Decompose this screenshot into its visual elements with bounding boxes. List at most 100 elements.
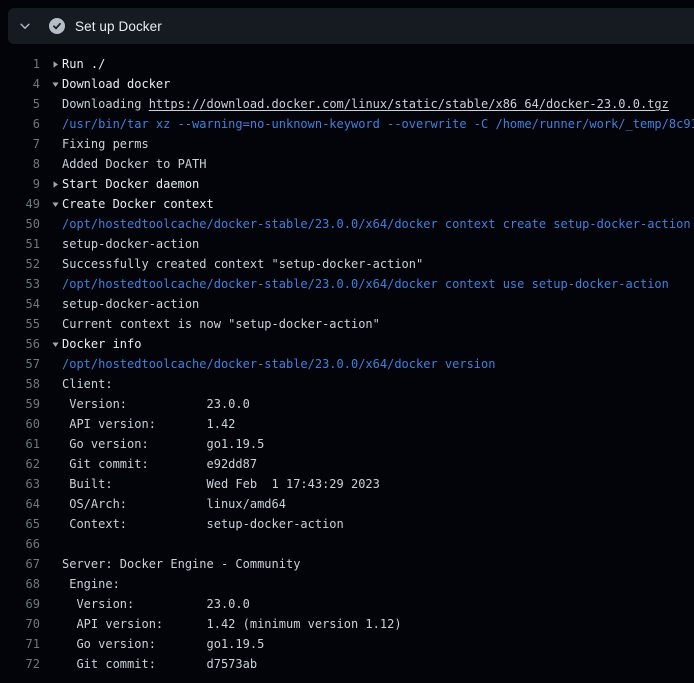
log-line: 67 Server: Docker Engine - Community: [0, 554, 694, 574]
line-number[interactable]: 9: [0, 174, 40, 194]
log-line: 66: [0, 534, 694, 554]
log-line: 52 Successfully created context "setup-do…: [0, 254, 694, 274]
step-header[interactable]: Set up Docker: [8, 8, 694, 44]
indent-spacer: [40, 534, 62, 554]
log-text: Added Docker to PATH: [62, 154, 207, 174]
indent-spacer: [40, 474, 62, 494]
log-text: Server: Docker Engine - Community: [62, 554, 300, 574]
line-number[interactable]: 49: [0, 194, 40, 214]
line-number[interactable]: 58: [0, 374, 40, 394]
indent-spacer: [40, 574, 62, 594]
log-text: Context: setup-docker-action: [62, 514, 344, 534]
line-number[interactable]: 72: [0, 654, 40, 674]
line-number[interactable]: 51: [0, 234, 40, 254]
log-text: Successfully created context "setup-dock…: [62, 254, 423, 274]
line-number[interactable]: 68: [0, 574, 40, 594]
line-number[interactable]: 54: [0, 294, 40, 314]
log-text: Git commit: d7573ab: [62, 654, 257, 674]
log-line[interactable]: 1 Run ./: [0, 54, 694, 74]
log-line: 60 API version: 1.42: [0, 414, 694, 434]
log-lines: 1 Run ./ 4 Download docker 5 Downloading http…: [0, 54, 694, 674]
log-text: /usr/bin/tar xz --warning=no-unknown-key…: [62, 114, 694, 134]
log-line[interactable]: 49 Create Docker context: [0, 194, 694, 214]
line-number[interactable]: 61: [0, 434, 40, 454]
line-number[interactable]: 67: [0, 554, 40, 574]
log-line[interactable]: 4 Download docker: [0, 74, 694, 94]
line-number[interactable]: 71: [0, 634, 40, 654]
log-text: setup-docker-action: [62, 294, 199, 314]
indent-spacer: [40, 254, 62, 274]
log-line: 65 Context: setup-docker-action: [0, 514, 694, 534]
line-number[interactable]: 4: [0, 74, 40, 94]
log-line: 64 OS/Arch: linux/amd64: [0, 494, 694, 514]
log-text-segment: Downloading: [62, 97, 149, 111]
log-line: 70 API version: 1.42 (minimum version 1.…: [0, 614, 694, 634]
line-number[interactable]: 53: [0, 274, 40, 294]
indent-spacer: [40, 554, 62, 574]
line-number[interactable]: 63: [0, 474, 40, 494]
line-number[interactable]: 57: [0, 354, 40, 374]
log-line: 50/opt/hostedtoolcache/docker-stable/23.…: [0, 214, 694, 234]
line-number[interactable]: 55: [0, 314, 40, 334]
indent-spacer: [40, 234, 62, 254]
triangle-down-icon[interactable]: [40, 334, 62, 354]
indent-spacer: [40, 314, 62, 334]
triangle-right-icon[interactable]: [40, 54, 62, 74]
triangle-down-icon[interactable]: [40, 74, 62, 94]
indent-spacer: [40, 454, 62, 474]
log-text: Download docker: [62, 74, 170, 94]
indent-spacer: [40, 374, 62, 394]
indent-spacer: [40, 274, 62, 294]
line-number[interactable]: 52: [0, 254, 40, 274]
line-number[interactable]: 7: [0, 134, 40, 154]
triangle-down-icon[interactable]: [40, 194, 62, 214]
log-line: 5 Downloading https://download.docker.com…: [0, 94, 694, 114]
line-number[interactable]: 69: [0, 594, 40, 614]
log-text: /opt/hostedtoolcache/docker-stable/23.0.…: [62, 274, 669, 294]
line-number[interactable]: 5: [0, 94, 40, 114]
chevron-down-icon[interactable]: [17, 18, 33, 34]
triangle-right-icon[interactable]: [40, 174, 62, 194]
log-line: 69 Version: 23.0.0: [0, 594, 694, 614]
log-text: Downloading https://download.docker.com/…: [62, 94, 669, 114]
log-text: Current context is now "setup-docker-act…: [62, 314, 380, 334]
line-number[interactable]: 60: [0, 414, 40, 434]
line-number[interactable]: 70: [0, 614, 40, 634]
log-line: 7Fixing perms: [0, 134, 694, 154]
line-number[interactable]: 6: [0, 114, 40, 134]
log-line: 61 Go version: go1.19.5: [0, 434, 694, 454]
indent-spacer: [40, 414, 62, 434]
indent-spacer: [40, 94, 62, 114]
indent-spacer: [40, 434, 62, 454]
log-line: 6/usr/bin/tar xz --warning=no-unknown-ke…: [0, 114, 694, 134]
log-text: /opt/hostedtoolcache/docker-stable/23.0.…: [62, 214, 691, 234]
indent-spacer: [40, 514, 62, 534]
line-number[interactable]: 66: [0, 534, 40, 554]
log-line: 51 setup-docker-action: [0, 234, 694, 254]
log-line[interactable]: 56Docker info: [0, 334, 694, 354]
log-text: OS/Arch: linux/amd64: [62, 494, 286, 514]
indent-spacer: [40, 654, 62, 674]
line-number[interactable]: 65: [0, 514, 40, 534]
line-number[interactable]: 62: [0, 454, 40, 474]
log-text: /opt/hostedtoolcache/docker-stable/23.0.…: [62, 354, 495, 374]
log-text: Built: Wed Feb 1 17:43:29 2023: [62, 474, 380, 494]
line-number[interactable]: 64: [0, 494, 40, 514]
log-text: Run ./: [62, 54, 105, 74]
log-line: 57/opt/hostedtoolcache/docker-stable/23.…: [0, 354, 694, 374]
log-text: Git commit: e92dd87: [62, 454, 257, 474]
line-number[interactable]: 1: [0, 54, 40, 74]
log-text: API version: 1.42 (minimum version 1.12): [62, 614, 402, 634]
indent-spacer: [40, 634, 62, 654]
log-text: API version: 1.42: [62, 414, 235, 434]
line-number[interactable]: 59: [0, 394, 40, 414]
log-text: setup-docker-action: [62, 234, 199, 254]
line-number[interactable]: 50: [0, 214, 40, 234]
line-number[interactable]: 8: [0, 154, 40, 174]
line-number[interactable]: 56: [0, 334, 40, 354]
log-text: Version: 23.0.0: [62, 594, 250, 614]
log-line[interactable]: 9Start Docker daemon: [0, 174, 694, 194]
log-text: Create Docker context: [62, 194, 214, 214]
indent-spacer: [40, 154, 62, 174]
log-line: 62 Git commit: e92dd87: [0, 454, 694, 474]
